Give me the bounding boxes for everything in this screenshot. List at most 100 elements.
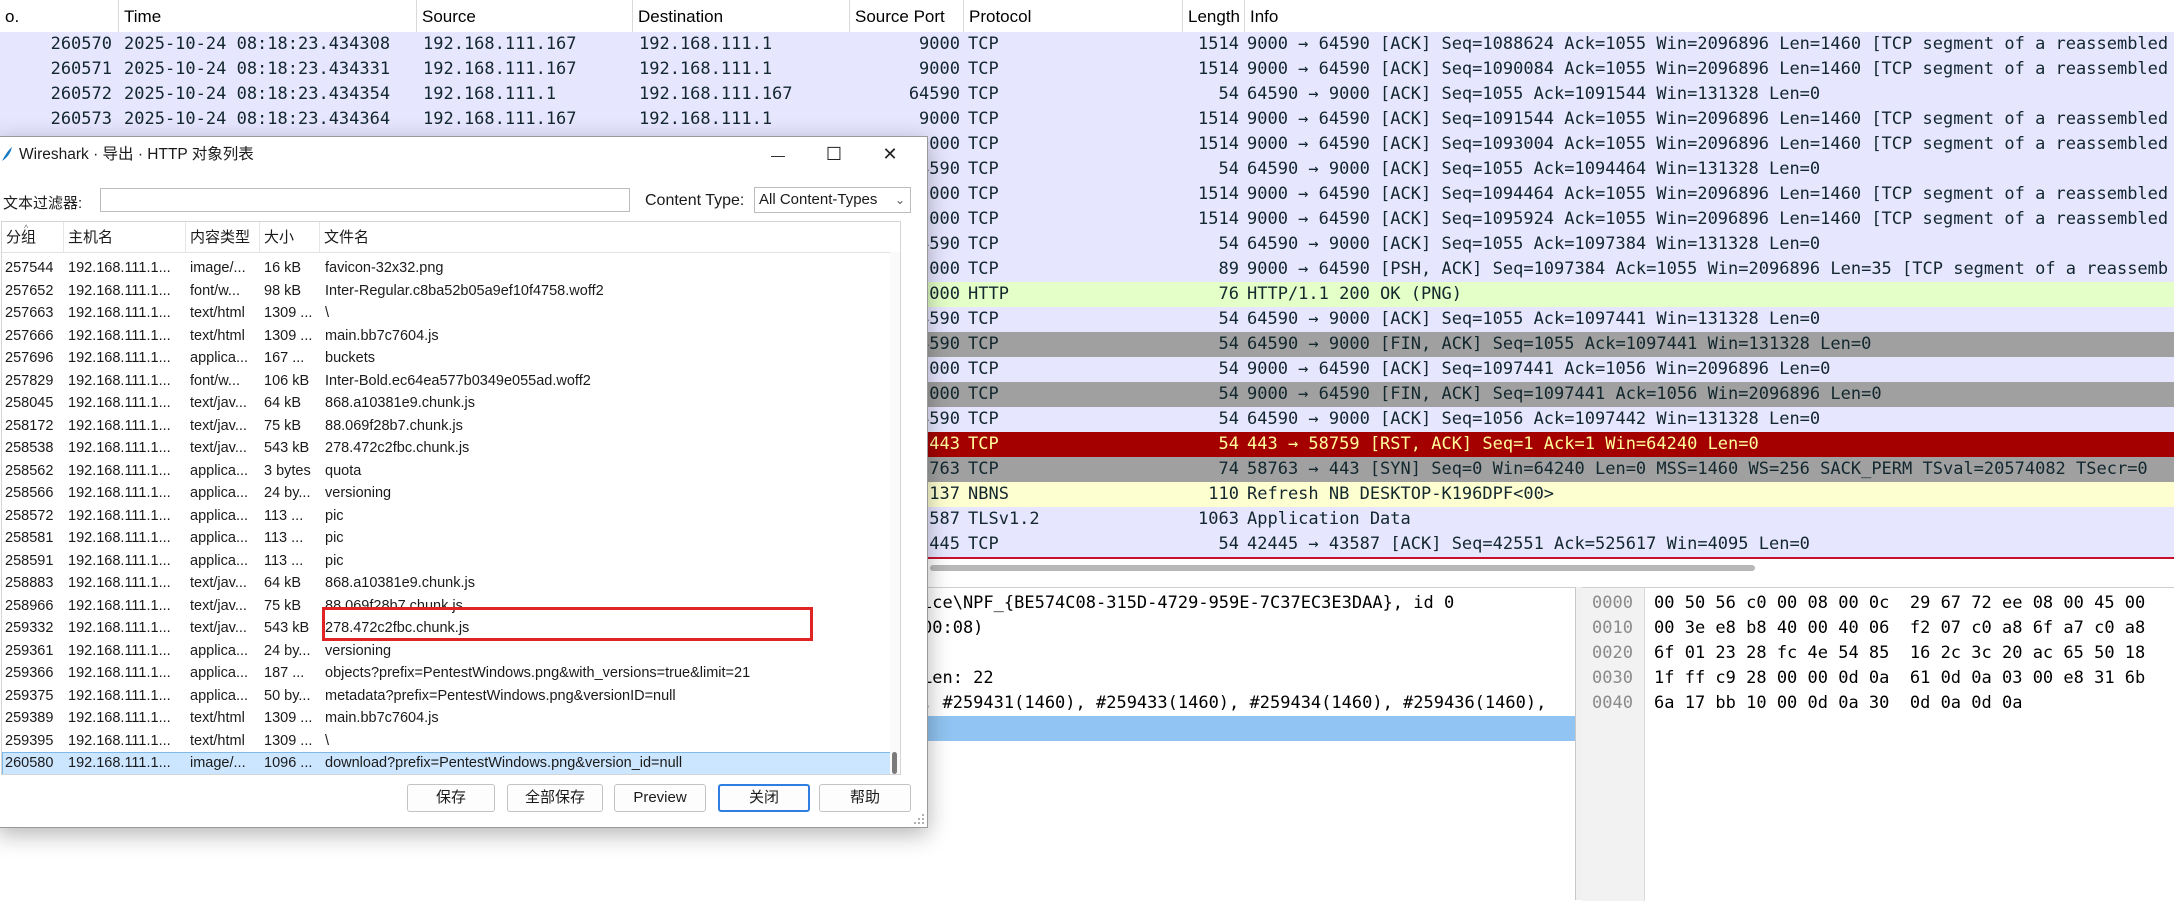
save-all-button[interactable]: 全部保存 [507, 784, 603, 812]
object-cell-host: 192.168.111.1... [68, 507, 171, 524]
object-cell-size: 1309 ... [264, 305, 313, 321]
column-header-hostname[interactable]: 主机名 [64, 222, 186, 252]
object-row[interactable]: 260580 192.168.111.1... image/... 1096 ... d… [2, 752, 900, 774]
save-button[interactable]: 保存 [407, 784, 495, 812]
packet-cell-info: 9000 → 64590 [ACK] Seq=1091544 Ack=1055 … [1247, 109, 2169, 129]
object-row[interactable]: 258566 192.168.111.1... applica... 24 by...… [2, 482, 900, 505]
object-row[interactable]: 258581 192.168.111.1... applica... 113 ... p… [2, 527, 900, 550]
maximize-button[interactable]: ☐ [806, 137, 862, 173]
object-row[interactable]: 259395 192.168.111.1... text/html 1309 ... \ [2, 730, 900, 753]
bytes-hex-line[interactable]: 6f 01 23 28 fc 4e 54 85 16 2c 3c 20 ac 6… [1654, 641, 2145, 666]
bytes-hex-line[interactable]: 6a 17 bb 10 00 0d 0a 30 0d 0a 0d 0a [1654, 691, 2022, 716]
preview-button[interactable]: Preview [614, 784, 706, 812]
packet-cell-proto: TCP [968, 59, 999, 79]
column-header-source-port[interactable]: Source Port [850, 0, 964, 32]
dialog-titlebar[interactable]: Wireshark · 导出 · HTTP 对象列表 — ☐ ✕ [0, 137, 927, 173]
column-header-destination[interactable]: Destination [633, 0, 850, 32]
column-header-time[interactable]: Time [119, 0, 417, 32]
object-cell-host: 192.168.111.1... [68, 327, 171, 344]
packet-cell-info: 64590 → 9000 [ACK] Seq=1055 Ack=1097384 … [1247, 234, 1821, 254]
wireshark-fin-icon [2, 147, 12, 161]
column-header-filename[interactable]: 文件名 [320, 222, 890, 252]
object-cell-ctype: text/jav... [190, 620, 247, 636]
packet-cell-len: 1514 [1198, 34, 1239, 54]
text-filter-input[interactable] [100, 188, 630, 212]
scrollbar-thumb[interactable] [892, 752, 897, 774]
object-cell-size: 24 by... [264, 642, 311, 659]
help-button[interactable]: 帮助 [819, 784, 911, 812]
packet-cell-len: 1514 [1198, 134, 1239, 154]
packet-list-hscrollbar[interactable] [930, 565, 1755, 571]
object-row[interactable]: 259361 192.168.111.1... applica... 24 by...… [2, 640, 900, 663]
packet-cell-time: 2025-10-24 08:18:23.434331 [124, 59, 391, 79]
column-header-source[interactable]: Source [417, 0, 633, 32]
bytes-hex-line[interactable]: 1f ff c9 28 00 00 0d 0a 61 0d 0a 03 00 e… [1654, 666, 2145, 691]
object-row[interactable]: 258562 192.168.111.1... applica... 3 bytes q… [2, 460, 900, 483]
object-cell-file: versioning [325, 485, 392, 501]
object-row[interactable]: 257663 192.168.111.1... text/html 1309 ... \ [2, 302, 900, 325]
packet-cell-time: 2025-10-24 08:18:23.434364 [124, 109, 391, 129]
minimize-icon: — [771, 147, 785, 163]
packet-cell-no: 260573 [50, 109, 112, 129]
object-cell-file: quota [325, 462, 362, 479]
object-row[interactable]: 258045 192.168.111.1... text/jav... 64 kB 86… [2, 392, 900, 415]
objects-table-vscrollbar[interactable] [890, 252, 900, 774]
object-row[interactable]: 258591 192.168.111.1... applica... 113 ... p… [2, 550, 900, 573]
content-type-select[interactable]: All Content-Types ⌄ [754, 187, 911, 213]
object-cell-ctype: text/html [190, 732, 245, 749]
column-header-length[interactable]: Length [1183, 0, 1245, 32]
object-cell-host: 192.168.111.1... [68, 687, 171, 704]
packet-row[interactable]: 260570 2025-10-24 08:18:23.434308 192.168.… [0, 32, 2174, 57]
object-row[interactable]: 258538 192.168.111.1... text/jav... 543 kB 2… [2, 437, 900, 460]
packet-cell-no: 260570 [50, 34, 112, 54]
packet-row[interactable]: 260572 2025-10-24 08:18:23.434354 192.168.… [0, 82, 2174, 107]
object-cell-ctype: text/jav... [190, 575, 247, 591]
object-cell-ctype: font/w... [190, 282, 240, 299]
packet-cell-proto: TCP [968, 234, 999, 254]
object-row[interactable]: 257829 192.168.111.1... font/w... 106 kB Int… [2, 370, 900, 393]
column-header-packet[interactable]: ^ 分组 [2, 222, 64, 252]
object-cell-file: main.bb7c7604.js [325, 327, 439, 344]
packet-cell-proto: HTTP [968, 284, 1009, 304]
object-row[interactable]: 257666 192.168.111.1... text/html 1309 ... m… [2, 325, 900, 348]
object-cell-file: download?prefix=PentestWindows.png&versi… [325, 755, 683, 771]
packet-cell-dst: 192.168.111.1 [639, 59, 773, 79]
column-header-info[interactable]: Info [1245, 0, 2174, 32]
minimize-button[interactable]: — [750, 137, 806, 173]
column-header-content-type[interactable]: 内容类型 [186, 222, 260, 252]
object-cell-ctype: image/... [190, 755, 246, 771]
object-cell-ctype: applica... [190, 462, 249, 479]
object-cell-size: 543 kB [264, 620, 310, 636]
object-cell-pkt: 257663 [5, 305, 54, 321]
resize-grip-icon[interactable] [913, 813, 925, 825]
column-header-protocol[interactable]: Protocol [964, 0, 1183, 32]
object-cell-host: 192.168.111.1... [68, 620, 171, 636]
packet-cell-info: 9000 → 64590 [ACK] Seq=1088624 Ack=1055 … [1247, 34, 2169, 54]
close-icon: ✕ [882, 144, 898, 164]
packet-cell-src: 192.168.111.167 [423, 59, 577, 79]
object-row[interactable]: 257544 192.168.111.1... image/... 16 kB favi… [2, 257, 900, 280]
object-row[interactable]: 258883 192.168.111.1... text/jav... 64 kB 86… [2, 572, 900, 595]
object-row[interactable]: 259389 192.168.111.1... text/html 1309 ... m… [2, 707, 900, 730]
object-cell-pkt: 258883 [5, 575, 54, 591]
object-row[interactable]: 258572 192.168.111.1... applica... 113 ... p… [2, 505, 900, 528]
object-cell-ctype: applica... [190, 642, 249, 659]
bytes-hex-line[interactable]: 00 3e e8 b8 40 00 40 06 f2 07 c0 a8 6f a… [1654, 616, 2145, 641]
column-header-no[interactable]: o. [0, 0, 119, 32]
close-window-button[interactable]: ✕ [862, 137, 918, 173]
bytes-offset-column: 0000 0010 0020 0030 0040 [1582, 588, 1645, 901]
column-header-size[interactable]: 大小 [260, 222, 320, 252]
object-row[interactable]: 257652 192.168.111.1... font/w... 98 kB Inte… [2, 280, 900, 303]
close-button[interactable]: 关闭 [718, 784, 810, 812]
object-row[interactable]: 259366 192.168.111.1... applica... 187 ... o… [2, 662, 900, 685]
packet-row[interactable]: 260573 2025-10-24 08:18:23.434364 192.168.… [0, 107, 2174, 132]
object-cell-host: 192.168.111.1... [68, 710, 171, 726]
bytes-offset: 0040 [1592, 693, 1633, 713]
bytes-hex-line[interactable]: 00 50 56 c0 00 08 00 0c 29 67 72 ee 08 0… [1654, 591, 2145, 616]
object-row[interactable]: 259375 192.168.111.1... applica... 50 by...… [2, 685, 900, 708]
packet-row[interactable]: 260571 2025-10-24 08:18:23.434331 192.168.… [0, 57, 2174, 82]
object-row[interactable]: 257696 192.168.111.1... applica... 167 ... b… [2, 347, 900, 370]
packet-cell-info: 42445 → 43587 [ACK] Seq=42551 Ack=525617… [1247, 534, 1810, 554]
packet-cell-sport: 9000 [919, 59, 960, 79]
object-row[interactable]: 258172 192.168.111.1... text/jav... 75 kB 88… [2, 415, 900, 438]
